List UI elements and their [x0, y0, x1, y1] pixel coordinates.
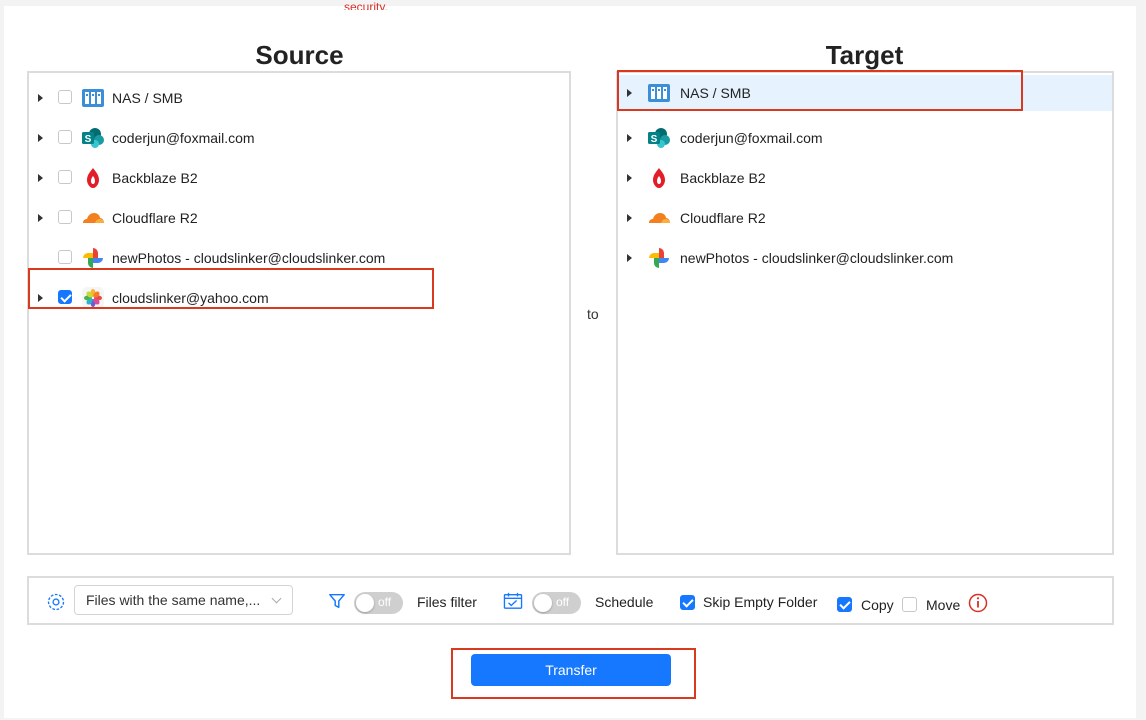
svg-text:S: S: [85, 134, 92, 145]
target-item-label: newPhotos - cloudslinker@cloudslinker.co…: [680, 250, 954, 266]
source-item-yahoo[interactable]: cloudslinker@yahoo.com: [29, 280, 569, 316]
expand-caret-icon[interactable]: [38, 294, 43, 302]
filter-icon: [329, 593, 345, 609]
apple-photos-icon: [82, 287, 104, 309]
source-item-sharepoint[interactable]: S coderjun@foxmail.com: [29, 120, 569, 156]
move-checkbox[interactable]: [902, 597, 917, 612]
copy-checkbox[interactable]: [837, 597, 852, 612]
expand-caret-icon[interactable]: [627, 214, 632, 222]
svg-text:S: S: [651, 134, 658, 145]
info-icon[interactable]: [968, 593, 988, 613]
source-item-label: Cloudflare R2: [112, 210, 198, 226]
google-photos-icon: [83, 248, 103, 268]
target-item-label: coderjun@foxmail.com: [680, 130, 823, 146]
schedule-label: Schedule: [595, 594, 654, 610]
source-item-label: Backblaze B2: [112, 170, 198, 186]
expand-caret-icon[interactable]: [627, 174, 632, 182]
target-panel: NAS / SMB S coderjun@foxmail.com Backbla…: [616, 71, 1114, 555]
source-item-label: coderjun@foxmail.com: [112, 130, 255, 146]
nas-icon: [648, 84, 670, 102]
calendar-icon: [503, 592, 523, 609]
chevron-down-icon: [271, 593, 282, 604]
source-checkbox[interactable]: [58, 250, 72, 264]
source-panel: NAS / SMB S coderjun@foxmail.com Backbla: [27, 71, 571, 555]
toggle-knob: [534, 594, 552, 612]
conflict-select-value: Files with the same name,...: [86, 592, 261, 608]
expand-caret-icon[interactable]: [627, 89, 632, 97]
target-item-label: NAS / SMB: [680, 85, 751, 101]
source-checkbox[interactable]: [58, 90, 72, 104]
skip-empty-folder-label: Skip Empty Folder: [703, 594, 818, 610]
target-item-label: Cloudflare R2: [680, 210, 766, 226]
files-filter-label: Files filter: [417, 594, 477, 610]
schedule-toggle[interactable]: off: [532, 592, 581, 614]
source-checkbox-checked[interactable]: [58, 290, 72, 304]
source-item-label: newPhotos - cloudslinker@cloudslinker.co…: [112, 250, 386, 266]
source-item-label: cloudslinker@yahoo.com: [112, 290, 269, 306]
cloudflare-icon: [649, 213, 670, 223]
source-item-backblaze[interactable]: Backblaze B2: [29, 160, 569, 196]
expand-caret-icon[interactable]: [38, 214, 43, 222]
skip-empty-folder-checkbox[interactable]: [680, 595, 695, 610]
files-filter-toggle[interactable]: off: [354, 592, 403, 614]
expand-caret-icon[interactable]: [38, 94, 43, 102]
backblaze-icon: [87, 168, 99, 188]
expand-caret-icon[interactable]: [627, 254, 632, 262]
source-item-nas[interactable]: NAS / SMB: [29, 80, 569, 116]
sharepoint-icon: S: [82, 128, 104, 148]
security-note: security.: [344, 0, 388, 10]
target-item-google-photos[interactable]: newPhotos - cloudslinker@cloudslinker.co…: [618, 240, 1112, 276]
toggle-state: off: [556, 595, 570, 609]
expand-caret-icon[interactable]: [38, 174, 43, 182]
target-item-sharepoint[interactable]: S coderjun@foxmail.com: [618, 120, 1112, 156]
sharepoint-icon: S: [648, 128, 670, 148]
google-photos-icon: [649, 248, 669, 268]
copy-label: Copy: [861, 597, 894, 613]
source-heading: Source: [255, 40, 344, 70]
to-label: to: [587, 306, 599, 322]
target-heading: Target: [825, 40, 904, 70]
options-bar: Files with the same name,... off Files f…: [27, 576, 1114, 625]
toggle-knob: [356, 594, 374, 612]
conflict-select[interactable]: Files with the same name,...: [74, 585, 293, 615]
source-checkbox[interactable]: [58, 130, 72, 144]
source-item-google-photos[interactable]: newPhotos - cloudslinker@cloudslinker.co…: [29, 240, 569, 276]
target-item-nas[interactable]: NAS / SMB: [618, 75, 1112, 111]
target-item-label: Backblaze B2: [680, 170, 766, 186]
toggle-state: off: [378, 595, 392, 609]
nas-icon: [82, 89, 104, 107]
transfer-card: security. Source Target NAS / SMB S code…: [4, 0, 1136, 718]
source-checkbox[interactable]: [58, 170, 72, 184]
source-item-cloudflare[interactable]: Cloudflare R2: [29, 200, 569, 236]
move-label: Move: [926, 597, 961, 613]
expand-caret-icon[interactable]: [627, 134, 632, 142]
source-checkbox[interactable]: [58, 210, 72, 224]
source-item-label: NAS / SMB: [112, 90, 183, 106]
target-item-cloudflare[interactable]: Cloudflare R2: [618, 200, 1112, 236]
backblaze-icon: [653, 168, 665, 188]
expand-caret-icon[interactable]: [38, 134, 43, 142]
gear-icon[interactable]: [46, 592, 66, 612]
cloudflare-icon: [83, 213, 104, 223]
transfer-button[interactable]: Transfer: [471, 654, 671, 686]
target-item-backblaze[interactable]: Backblaze B2: [618, 160, 1112, 196]
